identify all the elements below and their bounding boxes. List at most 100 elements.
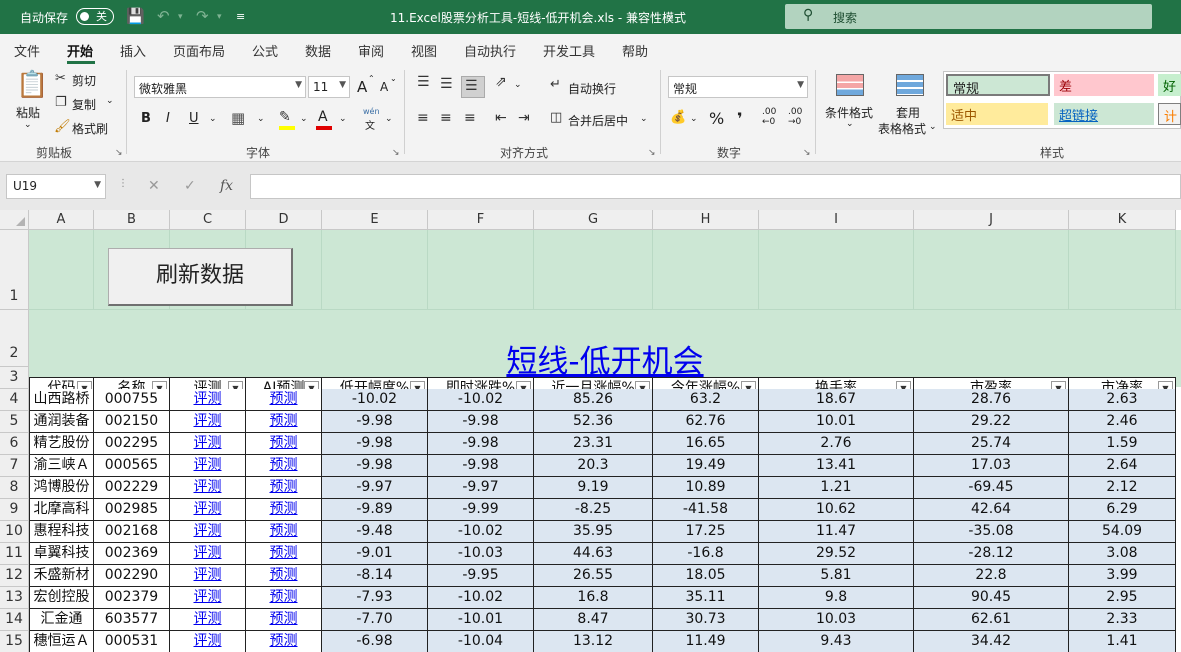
column-header[interactable]: G: [534, 210, 653, 230]
format-as-table-line1[interactable]: 套用: [896, 104, 920, 121]
font-color-icon[interactable]: A: [318, 109, 328, 125]
table-cell[interactable]: 3.08: [1069, 543, 1176, 565]
clipboard-launcher-icon[interactable]: ↘: [115, 148, 123, 158]
redo-dropdown-icon[interactable]: ▾: [217, 12, 222, 22]
row-header[interactable]: 8: [0, 477, 29, 499]
table-cell[interactable]: 34.42: [914, 631, 1069, 652]
table-cell[interactable]: -7.70: [322, 609, 428, 631]
borders-icon[interactable]: ▦: [231, 109, 245, 127]
number-format-combo[interactable]: 常规 ▼: [668, 76, 808, 98]
column-header[interactable]: F: [428, 210, 534, 230]
table-cell[interactable]: 鸿博股份: [29, 477, 94, 499]
table-cell[interactable]: 85.26: [534, 389, 653, 411]
table-cell[interactable]: 002985: [94, 499, 170, 521]
merge-dropdown-icon[interactable]: ⌄: [640, 114, 648, 124]
table-cell[interactable]: 9.43: [759, 631, 914, 652]
table-cell[interactable]: -16.8: [653, 543, 759, 565]
table-cell[interactable]: 002379: [94, 587, 170, 609]
align-middle-icon[interactable]: ☰: [440, 76, 453, 92]
evaluate-link[interactable]: 评测: [170, 477, 246, 499]
row-header[interactable]: 7: [0, 455, 29, 477]
tab-page-layout[interactable]: 页面布局: [173, 41, 225, 60]
table-cell[interactable]: 10.01: [759, 411, 914, 433]
column-header[interactable]: A: [29, 210, 94, 230]
evaluate-link[interactable]: 评测: [170, 631, 246, 652]
align-left-icon[interactable]: ≡: [417, 110, 429, 126]
style-bad[interactable]: 差: [1054, 74, 1154, 96]
underline-dropdown-icon[interactable]: ⌄: [209, 114, 217, 124]
tab-formulas[interactable]: 公式: [252, 41, 278, 60]
select-all-corner[interactable]: [0, 210, 29, 230]
table-cell[interactable]: -9.99: [428, 499, 534, 521]
table-cell[interactable]: 35.95: [534, 521, 653, 543]
cancel-icon[interactable]: ✕: [148, 178, 160, 194]
table-cell[interactable]: 2.64: [1069, 455, 1176, 477]
font-launcher-icon[interactable]: ↘: [392, 148, 400, 158]
table-cell[interactable]: 16.65: [653, 433, 759, 455]
format-as-table-dropdown-icon[interactable]: ⌄: [929, 122, 937, 132]
format-painter-icon[interactable]: 🖌: [54, 119, 71, 134]
table-cell[interactable]: 52.36: [534, 411, 653, 433]
table-cell[interactable]: 25.74: [914, 433, 1069, 455]
borders-dropdown-icon[interactable]: ⌄: [257, 114, 265, 124]
tab-insert[interactable]: 插入: [120, 41, 146, 60]
undo-dropdown-icon[interactable]: ▾: [178, 12, 183, 22]
evaluate-link[interactable]: 评测: [170, 565, 246, 587]
bold-button[interactable]: B: [141, 111, 151, 126]
table-cell[interactable]: -9.95: [428, 565, 534, 587]
font-size-combo[interactable]: 11 ▼: [308, 76, 350, 98]
enter-icon[interactable]: ✓: [184, 178, 196, 194]
table-cell[interactable]: 42.64: [914, 499, 1069, 521]
table-cell[interactable]: -10.02: [428, 521, 534, 543]
table-cell[interactable]: 000531: [94, 631, 170, 652]
row-header[interactable]: 3: [0, 367, 29, 389]
table-cell[interactable]: 卓翼科技: [29, 543, 94, 565]
search-box[interactable]: ⚲ 搜索: [785, 4, 1152, 29]
evaluate-link[interactable]: 评测: [170, 521, 246, 543]
phonetic-dropdown-icon[interactable]: ⌄: [385, 114, 393, 124]
table-cell[interactable]: 2.76: [759, 433, 914, 455]
column-header[interactable]: I: [759, 210, 914, 230]
evaluate-link[interactable]: 评测: [170, 433, 246, 455]
font-name-combo[interactable]: 微软雅黑 ▼: [134, 76, 306, 98]
table-cell[interactable]: 5.81: [759, 565, 914, 587]
table-cell[interactable]: 603577: [94, 609, 170, 631]
italic-button[interactable]: I: [166, 111, 170, 126]
insert-function-icon[interactable]: fx: [220, 178, 233, 194]
customize-toolbar-icon[interactable]: ≡: [236, 10, 245, 23]
copy-dropdown-icon[interactable]: ⌄: [106, 96, 114, 106]
table-cell[interactable]: -7.93: [322, 587, 428, 609]
table-cell[interactable]: -6.98: [322, 631, 428, 652]
table-cell[interactable]: 35.11: [653, 587, 759, 609]
row-header[interactable]: 12: [0, 565, 29, 587]
shrink-font-button[interactable]: A: [380, 80, 388, 94]
table-cell[interactable]: 17.03: [914, 455, 1069, 477]
cut-button[interactable]: 剪切: [72, 72, 96, 89]
format-as-table-line2[interactable]: 表格格式: [878, 120, 926, 137]
table-cell[interactable]: 山西路桥: [29, 389, 94, 411]
merge-center-icon[interactable]: ◫: [550, 110, 562, 125]
table-cell[interactable]: 2.95: [1069, 587, 1176, 609]
table-cell[interactable]: 26.55: [534, 565, 653, 587]
table-cell[interactable]: -41.58: [653, 499, 759, 521]
comma-button[interactable]: ❜: [737, 109, 743, 128]
phonetic-icon[interactable]: 文: [365, 117, 375, 132]
orientation-icon[interactable]: ⇗: [495, 74, 507, 90]
table-cell[interactable]: 62.61: [914, 609, 1069, 631]
cut-icon[interactable]: ✂: [55, 71, 66, 86]
formula-input[interactable]: [250, 174, 1181, 199]
align-right-icon[interactable]: ≡: [464, 110, 476, 126]
grow-font-button[interactable]: A: [357, 78, 367, 96]
table-cell[interactable]: 002229: [94, 477, 170, 499]
conditional-format-icon[interactable]: [836, 74, 864, 96]
tab-data[interactable]: 数据: [305, 41, 331, 60]
tab-view[interactable]: 视图: [411, 41, 437, 60]
table-cell[interactable]: 惠程科技: [29, 521, 94, 543]
align-center-icon[interactable]: ≡: [440, 110, 452, 126]
evaluate-link[interactable]: 评测: [170, 587, 246, 609]
table-cell[interactable]: -9.89: [322, 499, 428, 521]
table-cell[interactable]: 9.19: [534, 477, 653, 499]
table-cell[interactable]: 2.46: [1069, 411, 1176, 433]
wrap-text-icon[interactable]: ↵: [550, 77, 561, 92]
table-cell[interactable]: 10.89: [653, 477, 759, 499]
